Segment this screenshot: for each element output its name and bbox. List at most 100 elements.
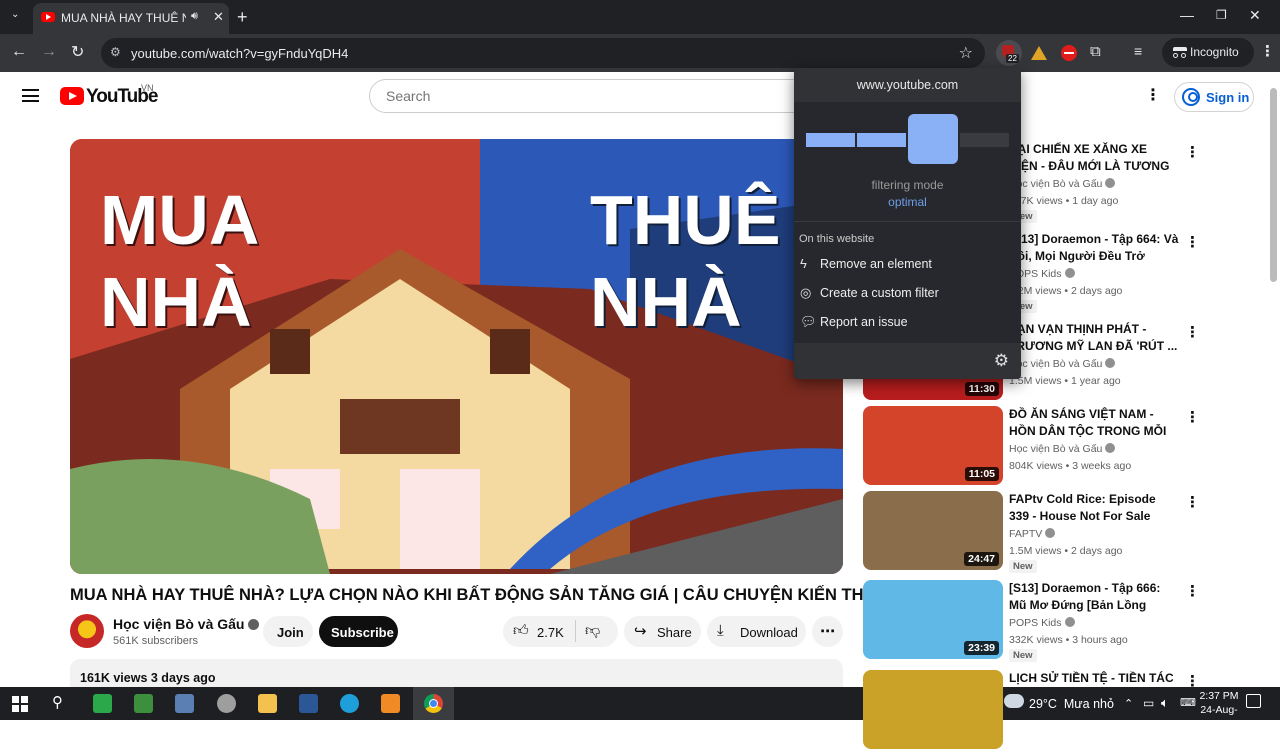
- join-button[interactable]: Join: [263, 616, 313, 647]
- recommendation-title[interactable]: VẠN VẠN THỊNH PHÁT - TRƯƠNG MỸ LAN ĐÃ 'R…: [1009, 321, 1179, 355]
- subscribe-button[interactable]: Subscribe: [319, 616, 398, 647]
- recommendation-meta: 377K views • 1 day ago: [1009, 195, 1119, 207]
- taskbar-edge-icon[interactable]: [340, 694, 359, 713]
- like-divider: [575, 620, 576, 642]
- more-options-icon[interactable]: ⋮: [1185, 493, 1200, 511]
- bookmark-star-icon[interactable]: ☆: [959, 43, 973, 63]
- extensions-puzzle-icon[interactable]: ⧉: [1090, 43, 1101, 60]
- slider-segment-2[interactable]: [857, 133, 906, 147]
- more-actions-button[interactable]: ⋯: [812, 616, 843, 647]
- like-dislike-group: 👍︎ 2.7K 👎︎: [503, 616, 618, 647]
- new-badge: New: [1009, 560, 1037, 573]
- speaker-icon[interactable]: 🔊︎: [191, 10, 198, 23]
- like-count[interactable]: 2.7K: [537, 625, 564, 640]
- window-close-icon[interactable]: ✕: [1249, 7, 1261, 24]
- popup-divider: [794, 221, 1021, 222]
- channel-name[interactable]: Học viện Bò và Gấu: [113, 616, 260, 632]
- minimize-icon[interactable]: —: [1180, 7, 1194, 23]
- taskbar-app-green-icon[interactable]: [93, 694, 112, 713]
- recommendation-channel[interactable]: Học viện Bò và Gấu: [1009, 443, 1116, 455]
- popup-footer: ⚙︎: [794, 343, 1021, 379]
- slider-segment-1[interactable]: [806, 133, 855, 147]
- recommendation-thumbnail[interactable]: 24:47: [863, 491, 1003, 570]
- gears-icon[interactable]: ⚙︎: [994, 351, 1009, 371]
- taskbar-app-orange-icon[interactable]: [381, 694, 400, 713]
- on-this-website-heading: On this website: [799, 233, 875, 245]
- thumbs-down-icon[interactable]: 👎︎: [585, 622, 600, 640]
- chrome-menu-icon[interactable]: ⋮: [1260, 42, 1275, 60]
- incognito-indicator[interactable]: Incognito: [1162, 38, 1254, 67]
- address-bar[interactable]: ⚙︎ youtube.com/watch?v=gyFnduYqDH4 ☆: [101, 38, 985, 68]
- recommendation-title[interactable]: FAPtv Cold Rice: Episode 339 - House Not…: [1009, 491, 1179, 525]
- share-button[interactable]: ↪ Share: [624, 616, 701, 647]
- incognito-label: Incognito: [1190, 45, 1239, 59]
- youtube-logo-icon[interactable]: [60, 87, 84, 105]
- video-player[interactable]: MUA NHÀ THUÊ NHÀ: [70, 139, 843, 574]
- extension-pyramid-icon[interactable]: [1029, 43, 1049, 63]
- more-options-icon[interactable]: ⋮: [1185, 582, 1200, 600]
- url-text: youtube.com/watch?v=gyFnduYqDH4: [131, 46, 349, 61]
- create-filter-label: Create a custom filter: [820, 286, 939, 300]
- recommendation-meta: 1.2M views • 2 days ago: [1009, 285, 1123, 297]
- taskbar-app-notepad-icon[interactable]: [134, 694, 153, 713]
- thumbs-up-icon[interactable]: 👍︎: [513, 622, 529, 640]
- taskbar-app-grey-icon[interactable]: [217, 694, 236, 713]
- extension-block-icon[interactable]: [1059, 43, 1079, 63]
- filtering-mode-slider-knob[interactable]: [908, 114, 958, 164]
- recommendation-channel[interactable]: FAPTV: [1009, 528, 1056, 540]
- taskbar-calculator-icon[interactable]: [175, 694, 194, 713]
- verified-check-icon: [1105, 443, 1116, 453]
- settings-more-icon[interactable]: ⋮: [1145, 88, 1161, 104]
- create-filter-item[interactable]: ◎ Create a custom filter: [798, 282, 1018, 304]
- recommendation-channel[interactable]: Học viện Bò và Gấu: [1009, 358, 1116, 370]
- recommendation-thumbnail[interactable]: [863, 670, 1003, 749]
- recommendation-thumbnail[interactable]: 11:05: [863, 406, 1003, 485]
- recommendation-item[interactable]: 23:39 [S13] Doraemon - Tập 666: Mũ Mơ Đứn…: [863, 580, 1203, 662]
- channel-avatar[interactable]: [70, 614, 104, 648]
- tab-close-icon[interactable]: ✕: [213, 9, 224, 25]
- more-options-icon[interactable]: ⋮: [1185, 233, 1200, 251]
- recommendation-channel[interactable]: Học viện Bò và Gấu: [1009, 178, 1116, 190]
- remove-element-item[interactable]: ϟ Remove an element: [798, 253, 1018, 275]
- tab-search-icon[interactable]: ⌄: [11, 9, 19, 20]
- verified-check-icon: [1105, 178, 1116, 188]
- notification-center-icon[interactable]: [1246, 694, 1261, 708]
- recommendation-channel[interactable]: POPS Kids: [1009, 617, 1075, 629]
- recommendation-title[interactable]: ĐỒ ĂN SÁNG VIỆT NAM - HỒN DÂN TỘC TRONG …: [1009, 406, 1179, 440]
- recommendation-title[interactable]: LỊCH SỬ TIỀN TỆ - TIỀN TÁC: [1009, 670, 1179, 687]
- recommendation-item[interactable]: 24:47 FAPtv Cold Rice: Episode 339 - Hous…: [863, 491, 1203, 573]
- taskbar-file-explorer-icon[interactable]: [258, 694, 277, 713]
- back-icon[interactable]: ←: [11, 43, 27, 61]
- recommendation-title[interactable]: [S13] Doraemon - Tập 664: Và Rồi, Mọi Ng…: [1009, 231, 1179, 265]
- more-options-icon[interactable]: ⋮: [1185, 408, 1200, 426]
- reading-list-icon[interactable]: ≡: [1134, 43, 1142, 59]
- site-settings-icon[interactable]: ⚙︎: [110, 45, 121, 59]
- reload-icon[interactable]: ↻: [71, 42, 84, 62]
- recommendation-item[interactable]: LỊCH SỬ TIỀN TỆ - TIỀN TÁC ⋮: [863, 670, 1203, 752]
- taskbar-word-icon[interactable]: [299, 694, 318, 713]
- taskbar-chrome-active[interactable]: [413, 687, 454, 720]
- search-input[interactable]: [369, 79, 809, 113]
- page-scrollbar[interactable]: [1270, 88, 1277, 282]
- download-button[interactable]: ⤓ Download: [707, 616, 806, 647]
- forward-icon[interactable]: →: [41, 43, 57, 61]
- recommendation-item[interactable]: 11:05 ĐỒ ĂN SÁNG VIỆT NAM - HỒN DÂN TỘC T…: [863, 406, 1203, 488]
- remove-element-label: Remove an element: [820, 257, 932, 271]
- taskbar-search-icon[interactable]: ⚲: [52, 693, 63, 711]
- recommendation-title[interactable]: [S13] Doraemon - Tập 666: Mũ Mơ Đứng [Bả…: [1009, 580, 1179, 614]
- slider-segment-4[interactable]: [960, 133, 1009, 147]
- recommendation-title[interactable]: ĐẠI CHIẾN XE XĂNG XE ĐIỆN - ĐÂU MỚI LÀ T…: [1009, 141, 1179, 175]
- recommendation-thumbnail[interactable]: 23:39: [863, 580, 1003, 659]
- more-options-icon[interactable]: ⋮: [1185, 672, 1200, 690]
- more-options-icon[interactable]: ⋮: [1185, 323, 1200, 341]
- hamburger-menu-icon[interactable]: [22, 89, 39, 102]
- more-options-icon[interactable]: ⋮: [1185, 143, 1200, 161]
- recommendation-meta: 804K views • 3 weeks ago: [1009, 460, 1132, 472]
- restore-icon[interactable]: ❐: [1216, 8, 1227, 22]
- ublock-extension-button[interactable]: 22: [996, 40, 1022, 66]
- tab-active[interactable]: MUA NHÀ HAY THUÊ NHÀ? LỰA CHỌN NÀO 🔊︎ ✕: [33, 3, 229, 34]
- sign-in-button[interactable]: Sign in: [1174, 82, 1254, 112]
- report-issue-item[interactable]: 💬︎ Report an issue: [798, 311, 1018, 333]
- new-tab-plus-icon[interactable]: +: [237, 7, 248, 28]
- windows-start-icon[interactable]: [12, 696, 28, 712]
